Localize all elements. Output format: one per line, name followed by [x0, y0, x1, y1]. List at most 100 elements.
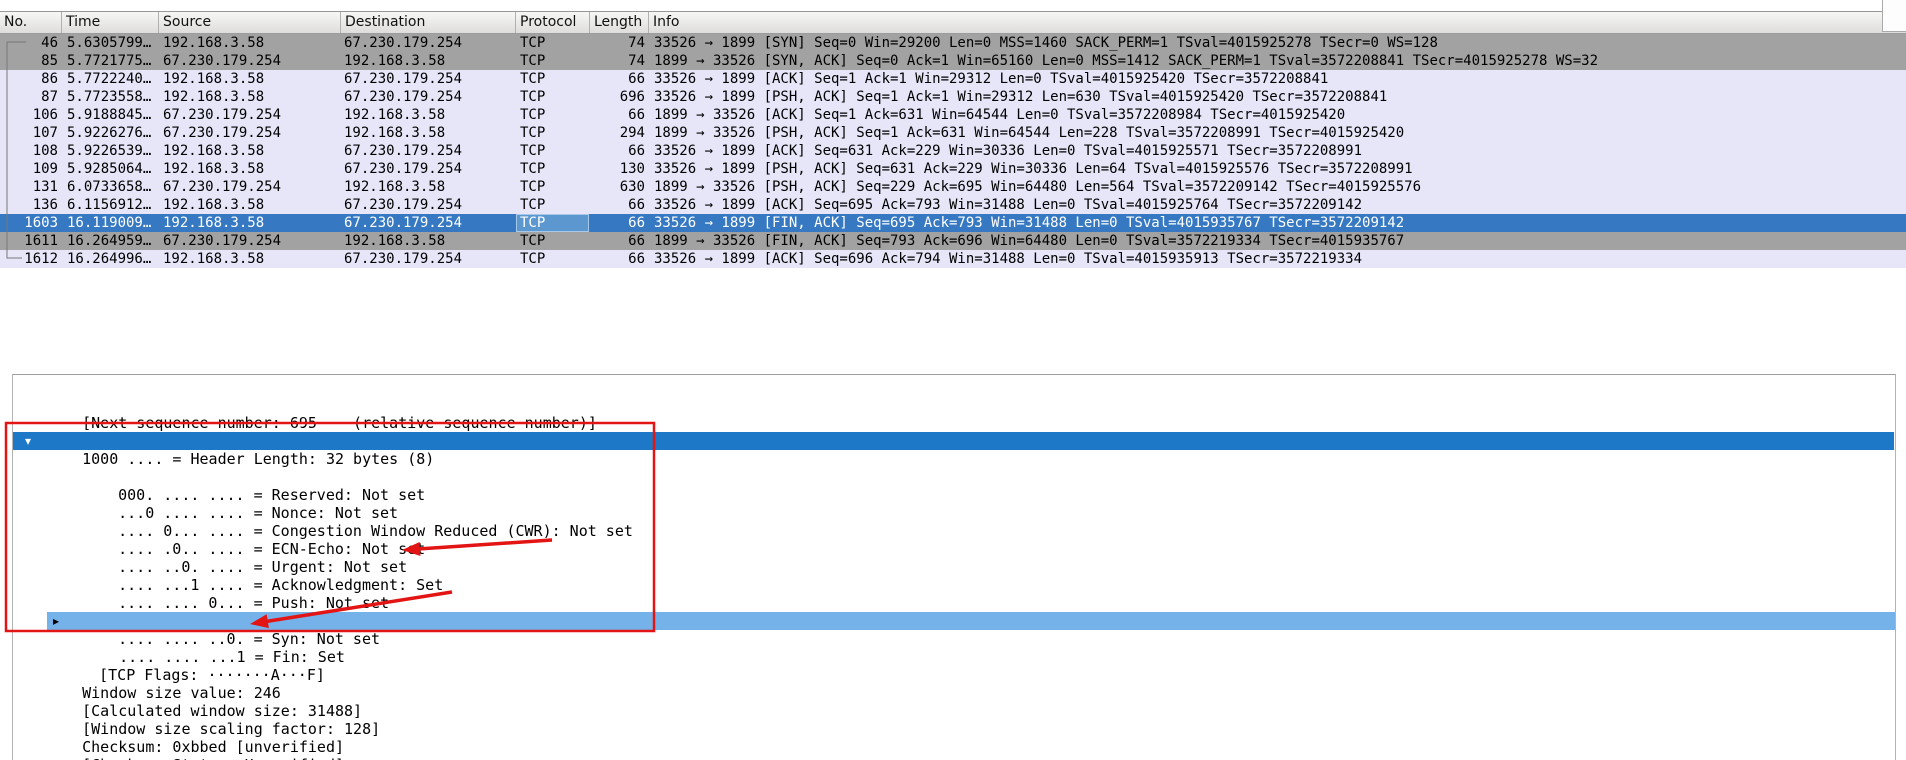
- cell-protocol: TCP: [520, 107, 546, 123]
- cell-time: 5.9226276…: [67, 125, 152, 141]
- cell-info: 33526 → 1899 [ACK] Seq=1 Ack=1 Win=29312…: [654, 71, 1329, 87]
- table-row[interactable]: 86 5.7722240… 192.168.3.58 67.230.179.25…: [0, 70, 1906, 88]
- column-header-info[interactable]: Info: [649, 12, 1906, 33]
- cell-info: 1899 → 33526 [FIN, ACK] Seq=793 Ack=696 …: [654, 233, 1405, 249]
- detail-line[interactable]: .... .... 0... = Push: Not set: [13, 558, 1895, 612]
- table-row[interactable]: 136 6.1156912… 192.168.3.58 67.230.179.2…: [0, 196, 1906, 214]
- cell-source: 67.230.179.254: [163, 53, 282, 69]
- detail-line[interactable]: Checksum: 0xbbed [unverified]: [13, 702, 1895, 756]
- column-header-protocol[interactable]: Protocol: [516, 12, 590, 33]
- cell-no: 1611: [24, 233, 58, 249]
- cell-time: 16.119009…: [67, 215, 152, 231]
- cell-protocol: TCP: [520, 233, 546, 249]
- detail-line[interactable]: Acknowledgment number: 793 (relative ack…: [13, 396, 1895, 450]
- column-header-no[interactable]: No.: [0, 12, 62, 33]
- packet-list: No. Time Source Destination Protocol Len…: [0, 12, 1906, 268]
- cell-no: 85: [41, 53, 58, 69]
- cell-destination: 67.230.179.254: [344, 71, 463, 87]
- column-header-time[interactable]: Time: [62, 12, 159, 33]
- table-row[interactable]: 1612 16.264996… 192.168.3.58 67.230.179.…: [0, 250, 1906, 268]
- cell-destination: 67.230.179.254: [344, 35, 463, 51]
- cell-destination: 192.168.3.58: [344, 179, 446, 195]
- cell-no: 1603: [24, 215, 58, 231]
- cell-info: 33526 → 1899 [PSH, ACK] Seq=631 Ack=229 …: [654, 161, 1413, 177]
- table-row[interactable]: 131 6.0733658… 67.230.179.254 192.168.3.…: [0, 178, 1906, 196]
- detail-line[interactable]: [Next sequence number: 695 (relative seq…: [13, 378, 1895, 432]
- cell-no: 109: [32, 161, 58, 177]
- table-row[interactable]: 107 5.9226276… 67.230.179.254 192.168.3.…: [0, 124, 1906, 142]
- detail-line[interactable]: Urgent pointer: 0: [13, 738, 1895, 756]
- cell-no: 131: [32, 179, 58, 195]
- detail-line[interactable]: Window size value: 246: [13, 648, 1895, 702]
- cell-destination: 67.230.179.254: [344, 161, 463, 177]
- detail-line[interactable]: [Checksum Status: Unverified]: [13, 720, 1895, 760]
- cell-length: 66: [628, 251, 645, 267]
- detail-line-flags[interactable]: ▾ Flags: 0x011 (FIN, ACK): [13, 432, 1894, 486]
- cell-protocol: TCP: [520, 53, 546, 69]
- cell-no: 136: [32, 197, 58, 213]
- table-row[interactable]: 1603 16.119009… 192.168.3.58 67.230.179.…: [0, 214, 1906, 232]
- cell-protocol: TCP: [516, 214, 589, 232]
- detail-line[interactable]: [Window size scaling factor: 128]: [13, 684, 1895, 738]
- detail-line[interactable]: [Calculated window size: 31488]: [13, 666, 1895, 720]
- cell-no: 108: [32, 143, 58, 159]
- cell-length: 294: [619, 125, 645, 141]
- cell-destination: 192.168.3.58: [344, 233, 446, 249]
- detail-line[interactable]: 000. .... .... = Reserved: Not set: [13, 450, 1895, 504]
- detail-line-fin[interactable]: ▸ .... .... ...1 = Fin: Set: [47, 612, 1895, 666]
- cell-info: 1899 → 33526 [ACK] Seq=1 Ack=631 Win=645…: [654, 107, 1346, 123]
- cell-protocol: TCP: [520, 179, 546, 195]
- packet-rows: 46 5.6305799… 192.168.3.58 67.230.179.25…: [0, 34, 1906, 268]
- column-header-source[interactable]: Source: [159, 12, 341, 33]
- cell-length: 66: [628, 107, 645, 123]
- cell-source: 192.168.3.58: [163, 71, 265, 87]
- detail-line[interactable]: .... .... ..0. = Syn: Not set: [13, 594, 1895, 648]
- cell-source: 67.230.179.254: [163, 233, 282, 249]
- cell-protocol: TCP: [520, 197, 546, 213]
- packet-list-header: No. Time Source Destination Protocol Len…: [0, 12, 1906, 34]
- cell-protocol: TCP: [520, 251, 546, 267]
- table-row[interactable]: 46 5.6305799… 192.168.3.58 67.230.179.25…: [0, 34, 1906, 52]
- column-header-length[interactable]: Length: [590, 12, 649, 33]
- cell-info: 1899 → 33526 [SYN, ACK] Seq=0 Ack=1 Win=…: [654, 53, 1599, 69]
- cell-destination: 192.168.3.58: [344, 53, 446, 69]
- cell-destination: 67.230.179.254: [344, 89, 463, 105]
- cell-source: 67.230.179.254: [163, 107, 282, 123]
- cell-source: 192.168.3.58: [163, 89, 265, 105]
- detail-lines: [Next sequence number: 695 (relative seq…: [13, 378, 1895, 760]
- cell-info: 33526 → 1899 [SYN] Seq=0 Win=29200 Len=0…: [654, 35, 1438, 51]
- cell-destination: 67.230.179.254: [344, 143, 463, 159]
- cell-no: 106: [32, 107, 58, 123]
- cell-protocol: TCP: [520, 161, 546, 177]
- cell-info: 33526 → 1899 [ACK] Seq=631 Ack=229 Win=3…: [654, 143, 1363, 159]
- cell-length: 696: [619, 89, 645, 105]
- detail-line[interactable]: 1000 .... = Header Length: 32 bytes (8): [13, 414, 1895, 468]
- cell-no: 107: [32, 125, 58, 141]
- detail-line[interactable]: [TCP Flags: ·······A···F]: [13, 630, 1895, 684]
- cell-no: 1612: [24, 251, 58, 267]
- cell-time: 5.9285064…: [67, 161, 152, 177]
- table-row[interactable]: 108 5.9226539… 192.168.3.58 67.230.179.2…: [0, 142, 1906, 160]
- cell-length: 66: [628, 143, 645, 159]
- table-row[interactable]: 106 5.9188845… 67.230.179.254 192.168.3.…: [0, 106, 1906, 124]
- expander-triangle-icon[interactable]: ▾: [25, 432, 31, 450]
- detail-line[interactable]: ...0 .... .... = Nonce: Not set: [13, 468, 1895, 522]
- cell-length: 66: [628, 215, 645, 231]
- cell-destination: 67.230.179.254: [344, 197, 463, 213]
- expander-triangle-icon[interactable]: ▸: [53, 612, 59, 630]
- column-header-destination[interactable]: Destination: [341, 12, 516, 33]
- table-row[interactable]: 109 5.9285064… 192.168.3.58 67.230.179.2…: [0, 160, 1906, 178]
- cell-length: 66: [628, 233, 645, 249]
- table-row[interactable]: 87 5.7723558… 192.168.3.58 67.230.179.25…: [0, 88, 1906, 106]
- cell-length: 130: [619, 161, 645, 177]
- detail-line[interactable]: .... ...1 .... = Acknowledgment: Set: [13, 540, 1895, 594]
- detail-line[interactable]: .... .... .0.. = Reset: Not set: [13, 576, 1895, 630]
- detail-line[interactable]: .... ..0. .... = Urgent: Not set: [13, 522, 1895, 576]
- cell-time: 5.9188845…: [67, 107, 152, 123]
- detail-line[interactable]: .... 0... .... = Congestion Window Reduc…: [13, 486, 1895, 540]
- table-row[interactable]: 85 5.7721775… 67.230.179.254 192.168.3.5…: [0, 52, 1906, 70]
- cell-time: 16.264996…: [67, 251, 152, 267]
- packet-detail-pane: [Next sequence number: 695 (relative seq…: [12, 374, 1896, 760]
- table-row[interactable]: 1611 16.264959… 67.230.179.254 192.168.3…: [0, 232, 1906, 250]
- detail-line[interactable]: .... .0.. .... = ECN-Echo: Not set: [13, 504, 1895, 558]
